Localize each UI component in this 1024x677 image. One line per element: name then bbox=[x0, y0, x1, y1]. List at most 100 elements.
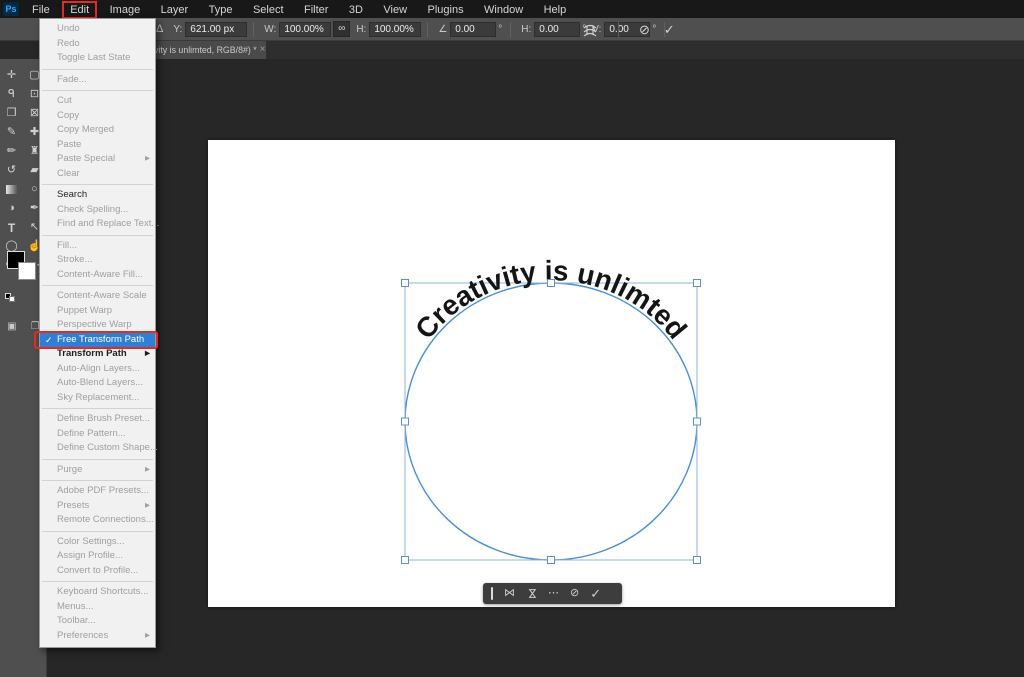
width-label: W: bbox=[264, 24, 276, 35]
cancel-transform-icon[interactable]: ⊘ bbox=[570, 588, 579, 599]
menubar: Ps File Edit Image Layer Type Select Fil… bbox=[0, 0, 1024, 18]
menubar-item-edit[interactable]: Edit bbox=[62, 1, 97, 19]
edit-menu-item bbox=[40, 477, 155, 484]
edit-menu-item[interactable]: Auto-Align Layers... bbox=[40, 362, 155, 377]
menubar-item-filter[interactable]: Filter bbox=[296, 1, 336, 19]
edit-menu-item[interactable]: Color Settings... bbox=[40, 535, 155, 550]
edit-menu-item[interactable]: Purge bbox=[40, 463, 155, 478]
edit-menu-item[interactable]: Check Spelling... bbox=[40, 203, 155, 218]
edit-menu-item[interactable]: Auto-Blend Layers... bbox=[40, 376, 155, 391]
edit-menu-item[interactable]: Define Pattern... bbox=[40, 427, 155, 442]
flip-vertical-icon[interactable]: ⋈ bbox=[526, 588, 537, 599]
edit-menu-item[interactable]: Redo bbox=[40, 37, 155, 52]
rotate-angle-icon: ∠ bbox=[438, 24, 447, 35]
warp-mode-icon[interactable] bbox=[582, 22, 598, 37]
close-tab-icon[interactable]: × bbox=[260, 41, 266, 59]
menubar-item-3d[interactable]: 3D bbox=[341, 1, 371, 19]
eyedropper-tool[interactable]: ✎ bbox=[3, 125, 21, 140]
menubar-item-view[interactable]: View bbox=[375, 1, 415, 19]
y-label: Y: bbox=[173, 24, 182, 35]
menubar-item-type[interactable]: Type bbox=[201, 1, 241, 19]
edit-menu-item[interactable]: Search bbox=[40, 188, 155, 203]
degree-unit: ° bbox=[498, 24, 502, 35]
menubar-item-window[interactable]: Window bbox=[476, 1, 531, 19]
edit-menu-item[interactable]: Clear bbox=[40, 167, 155, 182]
checkmark-icon: ✓ bbox=[45, 333, 55, 348]
edit-menu-item[interactable]: Undo bbox=[40, 22, 155, 37]
edit-menu-item bbox=[40, 578, 155, 585]
edit-menu-item[interactable]: Remote Connections... bbox=[40, 513, 155, 528]
relative-position-icon[interactable]: Δ bbox=[156, 23, 163, 35]
crop-tool[interactable]: ❒ bbox=[3, 106, 21, 121]
menubar-item-layer[interactable]: Layer bbox=[153, 1, 197, 19]
edit-menu-item[interactable]: Transform Path bbox=[40, 347, 155, 362]
document-tab-title: vity is unlimted, RGB/8#) * bbox=[154, 41, 257, 59]
edit-menu-item bbox=[40, 282, 155, 289]
document-canvas[interactable]: Creativity is unlimted bbox=[208, 140, 895, 607]
edit-menu-item[interactable]: Adobe PDF Presets... bbox=[40, 484, 155, 499]
quick-mask-icon[interactable]: ▣ bbox=[7, 321, 16, 332]
edit-menu-item[interactable]: Preferences bbox=[40, 629, 155, 644]
h-skew-field[interactable]: 0.00 bbox=[534, 22, 580, 37]
edit-menu-item[interactable]: Toolbar... bbox=[40, 614, 155, 629]
edit-menu-item[interactable]: Toggle Last State bbox=[40, 51, 155, 66]
h-skew-label: H: bbox=[521, 24, 531, 35]
edit-menu-item[interactable]: Fill... bbox=[40, 239, 155, 254]
rotation-field[interactable]: 0.00 bbox=[450, 22, 496, 37]
commit-transform-icon[interactable]: ✓ bbox=[664, 22, 675, 38]
edit-menu-item[interactable]: Stroke... bbox=[40, 253, 155, 268]
edit-menu-item bbox=[40, 87, 155, 94]
edit-menu-item[interactable]: Content-Aware Scale bbox=[40, 289, 155, 304]
background-color-swatch[interactable] bbox=[18, 262, 36, 280]
default-colors-icon[interactable] bbox=[5, 293, 16, 302]
menubar-item-select[interactable]: Select bbox=[245, 1, 292, 19]
edit-menu-item[interactable]: Find and Replace Text... bbox=[40, 217, 155, 232]
cancel-transform-icon[interactable]: ⊘ bbox=[639, 22, 650, 38]
brush-tool[interactable]: ✏ bbox=[3, 144, 21, 159]
edit-menu-item[interactable]: Content-Aware Fill... bbox=[40, 268, 155, 283]
edit-menu-item[interactable]: Perspective Warp bbox=[40, 318, 155, 333]
flip-horizontal-icon[interactable]: ⋈ bbox=[504, 588, 515, 599]
edit-menu-item[interactable]: Presets bbox=[40, 499, 155, 514]
type-tool[interactable]: T bbox=[3, 220, 21, 235]
edit-menu-item[interactable]: Paste bbox=[40, 138, 155, 153]
menubar-item-plugins[interactable]: Plugins bbox=[420, 1, 472, 19]
height-field[interactable]: 100.00% bbox=[369, 22, 421, 37]
edit-menu-item[interactable]: Copy bbox=[40, 109, 155, 124]
edit-menu-item[interactable]: Puppet Warp bbox=[40, 304, 155, 319]
dodge-tool[interactable]: ◑ bbox=[3, 201, 21, 216]
edit-menu-item[interactable]: Keyboard Shortcuts... bbox=[40, 585, 155, 600]
y-position-field[interactable]: 621.00 px bbox=[185, 22, 247, 37]
commit-transform-icon[interactable]: ✓ bbox=[590, 587, 601, 600]
edit-menu-item[interactable]: Assign Profile... bbox=[40, 549, 155, 564]
width-field[interactable]: 100.00% bbox=[279, 22, 331, 37]
edit-menu-item[interactable]: Paste Special bbox=[40, 152, 155, 167]
edit-menu-item[interactable]: Sky Replacement... bbox=[40, 391, 155, 406]
edit-menu-item[interactable]: Convert to Profile... bbox=[40, 564, 155, 579]
edit-menu-item[interactable]: Fade... bbox=[40, 73, 155, 88]
document-tab[interactable]: vity is unlimted, RGB/8#) * × bbox=[150, 41, 266, 59]
transform-touch-bar: ⋈ ⋈ ⋯ ⊘ ✓ bbox=[483, 583, 622, 604]
menubar-item-help[interactable]: Help bbox=[536, 1, 575, 19]
edit-menu-item[interactable]: Menus... bbox=[40, 600, 155, 615]
lasso-tool[interactable]: ᑫ bbox=[3, 87, 21, 102]
photoshop-logo-icon: Ps bbox=[3, 2, 19, 16]
gradient-tool[interactable] bbox=[3, 182, 21, 197]
drag-handle[interactable] bbox=[491, 587, 493, 600]
edit-menu-item[interactable]: ✓Free Transform Path bbox=[40, 333, 155, 348]
divider bbox=[618, 22, 619, 37]
menubar-item-image[interactable]: Image bbox=[102, 1, 149, 19]
edit-menu-item[interactable]: Define Custom Shape... bbox=[40, 441, 155, 456]
menubar-item-file[interactable]: File bbox=[24, 1, 58, 19]
move-tool[interactable]: ✛ bbox=[3, 68, 21, 83]
more-options-icon[interactable]: ⋯ bbox=[548, 588, 559, 599]
edit-menu-item bbox=[40, 66, 155, 73]
edit-menu-item[interactable]: Define Brush Preset... bbox=[40, 412, 155, 427]
history-brush-tool[interactable]: ↺ bbox=[3, 163, 21, 178]
edit-menu-item[interactable]: Copy Merged bbox=[40, 123, 155, 138]
divider bbox=[253, 22, 254, 37]
edit-menu-dropdown: Undo Redo Toggle Last State Fade... bbox=[39, 18, 156, 648]
maintain-aspect-ratio-icon[interactable]: ∞ bbox=[333, 21, 350, 37]
edit-menu-item[interactable]: Cut bbox=[40, 94, 155, 109]
document-tab-bar: vity is unlimted, RGB/8#) * × bbox=[47, 41, 1024, 59]
